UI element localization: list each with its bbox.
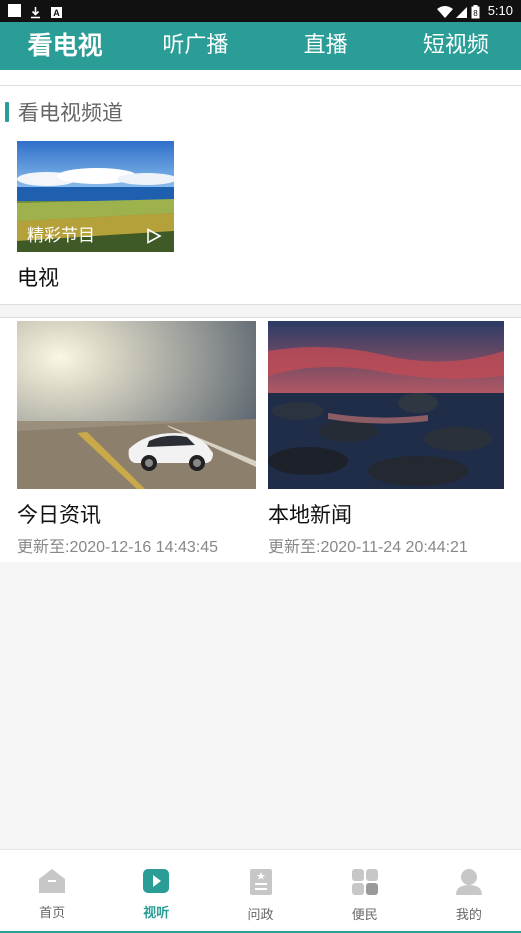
tv-channel-section: 看电视频道 精彩节目 电视 (0, 86, 521, 304)
user-icon (455, 868, 483, 900)
bottom-tab-label: 问政 (247, 908, 274, 923)
news-title: 今日资讯 (17, 503, 101, 527)
top-spacer (0, 70, 521, 86)
news-card-local[interactable]: 本地新闻 更新至:2020-11-24 20:44:21 (268, 321, 504, 557)
bottom-tab-services[interactable]: 便民 (313, 850, 417, 933)
tab-listen-radio[interactable]: 听广播 (130, 22, 260, 70)
battery-icon: 8 (471, 4, 480, 19)
play-icon (142, 868, 170, 898)
bottom-tab-politics[interactable]: 问政 (208, 850, 312, 933)
news-title: 本地新闻 (268, 503, 352, 527)
svg-text:8: 8 (473, 9, 478, 18)
section-title: 看电视频道 (18, 101, 123, 125)
news-updated-time: 更新至:2020-12-16 14:43:45 (17, 539, 219, 556)
app-notification-icon (8, 4, 21, 17)
tv-card-label: 电视 (17, 266, 59, 290)
status-bar: A 8 5:10 (0, 0, 521, 22)
a-notification-icon: A (50, 4, 63, 18)
bottom-tab-home[interactable]: 首页 (0, 850, 104, 933)
bottom-tab-label: 视听 (143, 906, 170, 921)
bottom-tab-profile[interactable]: 我的 (417, 850, 521, 933)
tv-thumbnail[interactable]: 精彩节目 (17, 141, 174, 252)
tab-watch-tv[interactable]: 看电视 (0, 22, 130, 70)
news-updated-time: 更新至:2020-11-24 20:44:21 (268, 539, 468, 556)
news-card-today[interactable]: 今日资讯 更新至:2020-12-16 14:43:45 (17, 321, 256, 557)
main-content: 看电视频道 精彩节目 电视 今日资讯 更新至:2020-12-16 14:43:… (0, 70, 521, 849)
svg-text:A: A (53, 8, 60, 18)
bottom-tab-label: 便民 (351, 908, 378, 923)
clock: 5:10 (487, 3, 513, 18)
section-header: 看电视频道 (5, 100, 123, 125)
news-thumbnail[interactable] (268, 321, 504, 489)
bottom-tab-label: 首页 (39, 906, 66, 921)
sunset-rocks-image (268, 321, 504, 489)
wifi-icon (437, 4, 453, 18)
grid-icon (351, 868, 379, 900)
bottom-tab-label: 我的 (455, 908, 482, 923)
news-thumbnail[interactable] (17, 321, 256, 489)
tv-channel-card[interactable]: 精彩节目 电视 (17, 141, 174, 292)
news-grid: 今日资讯 更新至:2020-12-16 14:43:45 本地新闻 更新至:20… (0, 318, 521, 562)
tab-live[interactable]: 直播 (261, 22, 391, 70)
download-icon (29, 4, 42, 19)
document-icon (249, 868, 273, 900)
tab-short-video[interactable]: 短视频 (391, 22, 521, 70)
car-road-image (17, 321, 256, 489)
home-icon (38, 868, 66, 898)
section-accent-bar (5, 102, 9, 122)
bottom-tab-bar: 首页 视听 问政 便民 我的 (0, 849, 521, 933)
top-tab-bar: 看电视 听广播 直播 短视频 (0, 22, 521, 70)
section-divider (0, 304, 521, 318)
signal-icon (455, 4, 468, 18)
bottom-tab-media[interactable]: 视听 (104, 850, 208, 933)
play-icon[interactable] (146, 228, 162, 244)
